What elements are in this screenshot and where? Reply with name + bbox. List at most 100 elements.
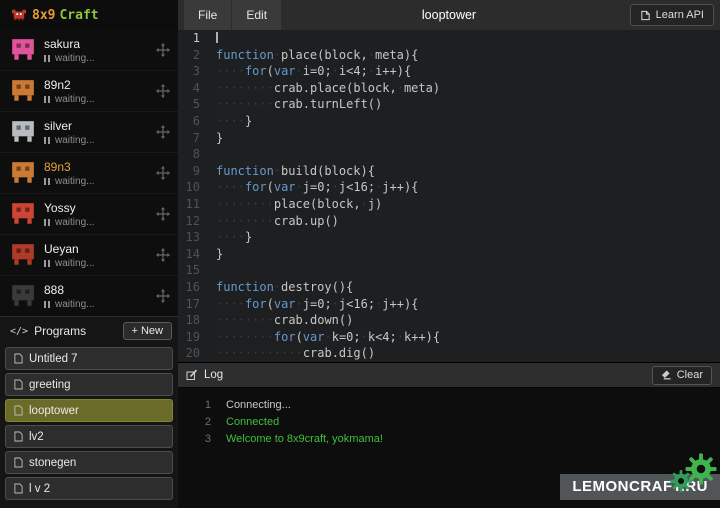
editor-line: 16function·destroy(){ (178, 279, 720, 296)
code-text: ········for(var·k=0;·k<4;·k++){ (216, 329, 440, 346)
program-item[interactable]: Untitled 7 (5, 347, 173, 370)
editor-line: 5········crab.turnLeft() (178, 96, 720, 113)
line-number: 13 (178, 229, 208, 246)
player-row[interactable]: Ueyan waiting... (0, 235, 178, 276)
log-title: Log (204, 369, 223, 381)
log-entry-text: Connected (226, 414, 279, 431)
player-status: waiting... (44, 217, 148, 228)
editor-line: 8 (178, 146, 720, 163)
player-status: waiting... (44, 135, 148, 146)
code-text (216, 30, 218, 47)
player-row[interactable]: Yossy waiting... (0, 194, 178, 235)
file-icon (14, 405, 23, 416)
player-row[interactable]: silver waiting... (0, 112, 178, 153)
editor-line: 19········for(var·k=0;·k<4;·k++){ (178, 329, 720, 346)
player-avatar (10, 244, 36, 266)
move-icon[interactable] (156, 248, 170, 262)
log-entry-text: Connecting... (226, 397, 291, 414)
line-number: 4 (178, 80, 208, 97)
player-name: sakura (44, 37, 148, 51)
pause-icon (44, 178, 50, 185)
player-row[interactable]: 89n2 waiting... (0, 71, 178, 112)
pause-icon (44, 96, 50, 103)
player-info: 888 waiting... (44, 283, 148, 310)
menu-file[interactable]: File (184, 0, 232, 30)
move-icon[interactable] (156, 84, 170, 98)
menu-edit[interactable]: Edit (232, 0, 282, 30)
learn-api-label: Learn API (656, 9, 704, 21)
pause-icon (44, 301, 50, 308)
pause-icon (44, 260, 50, 267)
line-number: 2 (178, 47, 208, 64)
editor-line: 4········crab.place(block,·meta) (178, 80, 720, 97)
menu-bar: File Edit (184, 0, 282, 30)
log-header: Log Clear (178, 363, 720, 388)
program-item[interactable]: greeting (5, 373, 173, 396)
program-item[interactable]: stonegen (5, 451, 173, 474)
player-avatar (10, 162, 36, 184)
player-row[interactable]: sakura waiting... (0, 30, 178, 71)
move-icon[interactable] (156, 43, 170, 57)
line-number: 8 (178, 146, 208, 163)
file-icon (14, 483, 23, 494)
player-status: waiting... (44, 53, 148, 64)
move-icon[interactable] (156, 289, 170, 303)
program-item[interactable]: l v 2 (5, 477, 173, 500)
editor-line: 12········crab.up() (178, 213, 720, 230)
move-icon[interactable] (156, 207, 170, 221)
program-list: Untitled 7 greeting looptower lv2 stoneg… (0, 345, 178, 502)
editor-line: 2function·place(block,·meta){ (178, 47, 720, 64)
player-status: waiting... (44, 176, 148, 187)
programs-panel: </> Programs + New Untitled 7 greeting l… (0, 316, 178, 508)
book-icon (640, 10, 651, 21)
line-number: 14 (178, 246, 208, 263)
pause-icon (44, 137, 50, 144)
code-text: ····for(var·i=0;·i<4;·i++){ (216, 63, 411, 80)
player-name: Ueyan (44, 242, 148, 256)
code-editor[interactable]: 12function·place(block,·meta){3····for(v… (178, 30, 720, 362)
logo-text-1: 8x9 (32, 8, 55, 23)
editor-line: 15 (178, 262, 720, 279)
line-number: 5 (178, 96, 208, 113)
program-item-label: lv2 (29, 431, 44, 443)
line-number: 15 (178, 262, 208, 279)
editor-line: 9function·build(block){ (178, 163, 720, 180)
program-item-label: stonegen (29, 457, 76, 469)
code-text: ············crab.dig() (216, 345, 375, 362)
line-number: 16 (178, 279, 208, 296)
learn-api-button[interactable]: Learn API (630, 4, 714, 26)
editor-line: 6····} (178, 113, 720, 130)
player-avatar (10, 121, 36, 143)
line-number: 11 (178, 196, 208, 213)
log-entry: 2Connected (178, 414, 720, 431)
pencil-icon (186, 369, 198, 381)
move-icon[interactable] (156, 125, 170, 139)
new-program-button[interactable]: + New (123, 322, 173, 340)
code-text: ····} (216, 229, 252, 246)
editor-line: 7} (178, 130, 720, 147)
clear-log-button[interactable]: Clear (652, 366, 712, 385)
program-item-label: greeting (29, 379, 71, 391)
player-status: waiting... (44, 299, 148, 310)
eraser-icon (661, 370, 672, 380)
player-row[interactable]: 888 waiting... (0, 276, 178, 316)
move-icon[interactable] (156, 166, 170, 180)
program-item[interactable]: looptower (5, 399, 173, 422)
pause-icon (44, 219, 50, 226)
file-icon (14, 379, 23, 390)
editor-line: 14} (178, 246, 720, 263)
player-name: silver (44, 119, 148, 133)
line-number: 6 (178, 113, 208, 130)
player-row[interactable]: 89n3 waiting... (0, 153, 178, 194)
log-entry-text: Welcome to 8x9craft, yokmama! (226, 431, 383, 448)
player-info: Ueyan waiting... (44, 242, 148, 269)
programs-header: </> Programs + New (0, 317, 178, 345)
code-icon: </> (10, 326, 28, 337)
code-text: ····for(var·j=0;·j<16;·j++){ (216, 296, 418, 313)
sidebar: sakura waiting... 89n2 waiting... (0, 30, 178, 508)
player-name: 89n3 (44, 160, 148, 174)
program-item[interactable]: lv2 (5, 425, 173, 448)
log-entry-number: 2 (178, 414, 226, 431)
player-info: Yossy waiting... (44, 201, 148, 228)
player-avatar (10, 80, 36, 102)
